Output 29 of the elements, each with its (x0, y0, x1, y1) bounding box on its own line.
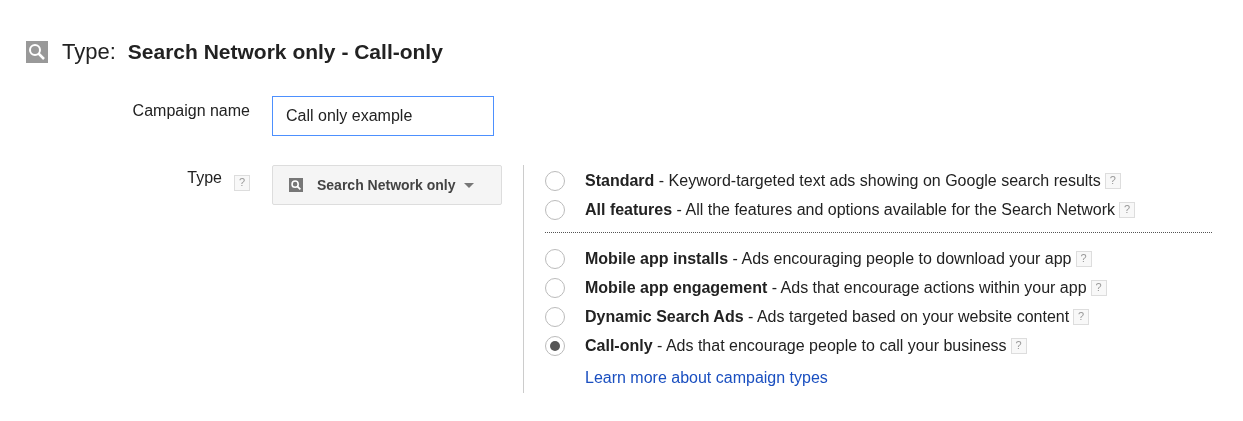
learn-more-link[interactable]: Learn more about campaign types (585, 369, 828, 386)
radio-button[interactable] (545, 277, 565, 298)
caret-icon (463, 182, 474, 188)
help-icon[interactable]: ? (1119, 201, 1136, 218)
help-icon[interactable]: ? (1075, 250, 1092, 267)
campaign-name-field[interactable]: Call only example (272, 96, 494, 136)
help-icon[interactable]: ? (1010, 337, 1027, 354)
help-icon[interactable]: ? (1073, 308, 1090, 325)
help-icon[interactable]: ? (1104, 172, 1121, 189)
option-text: Call-only - Ads that encourage people to call your business (585, 335, 1007, 356)
option-text: Dynamic Search Ads - Ads targeted based on your website content (585, 306, 1070, 327)
field-label: Campaign name (132, 102, 250, 119)
option-text: All features - All the features and options available for the Search Network (585, 199, 1116, 220)
option-text: Mobile app installs - Ads encouraging people to download your app (585, 248, 1072, 269)
radio-button[interactable] (545, 306, 565, 327)
radio-button[interactable] (545, 170, 565, 191)
radio-button[interactable] (545, 248, 565, 269)
help-icon[interactable]: ? (1090, 279, 1107, 296)
search-icon (289, 178, 303, 192)
option-text: Mobile app engagement - Ads that encourage actions within your app (585, 277, 1087, 298)
header-label: Type: (62, 38, 116, 66)
help-icon[interactable]: ? (234, 174, 250, 191)
header-value: Search Network only - Call-only (127, 38, 443, 65)
option-text: Standard - Keyword-targeted text ads showing on Google search results (585, 170, 1101, 191)
radio-button[interactable] (545, 199, 565, 220)
network-dropdown[interactable]: Search Network only (272, 165, 502, 205)
radio-button[interactable] (545, 335, 565, 356)
search-icon (26, 40, 48, 63)
field-label: Type (187, 168, 222, 188)
